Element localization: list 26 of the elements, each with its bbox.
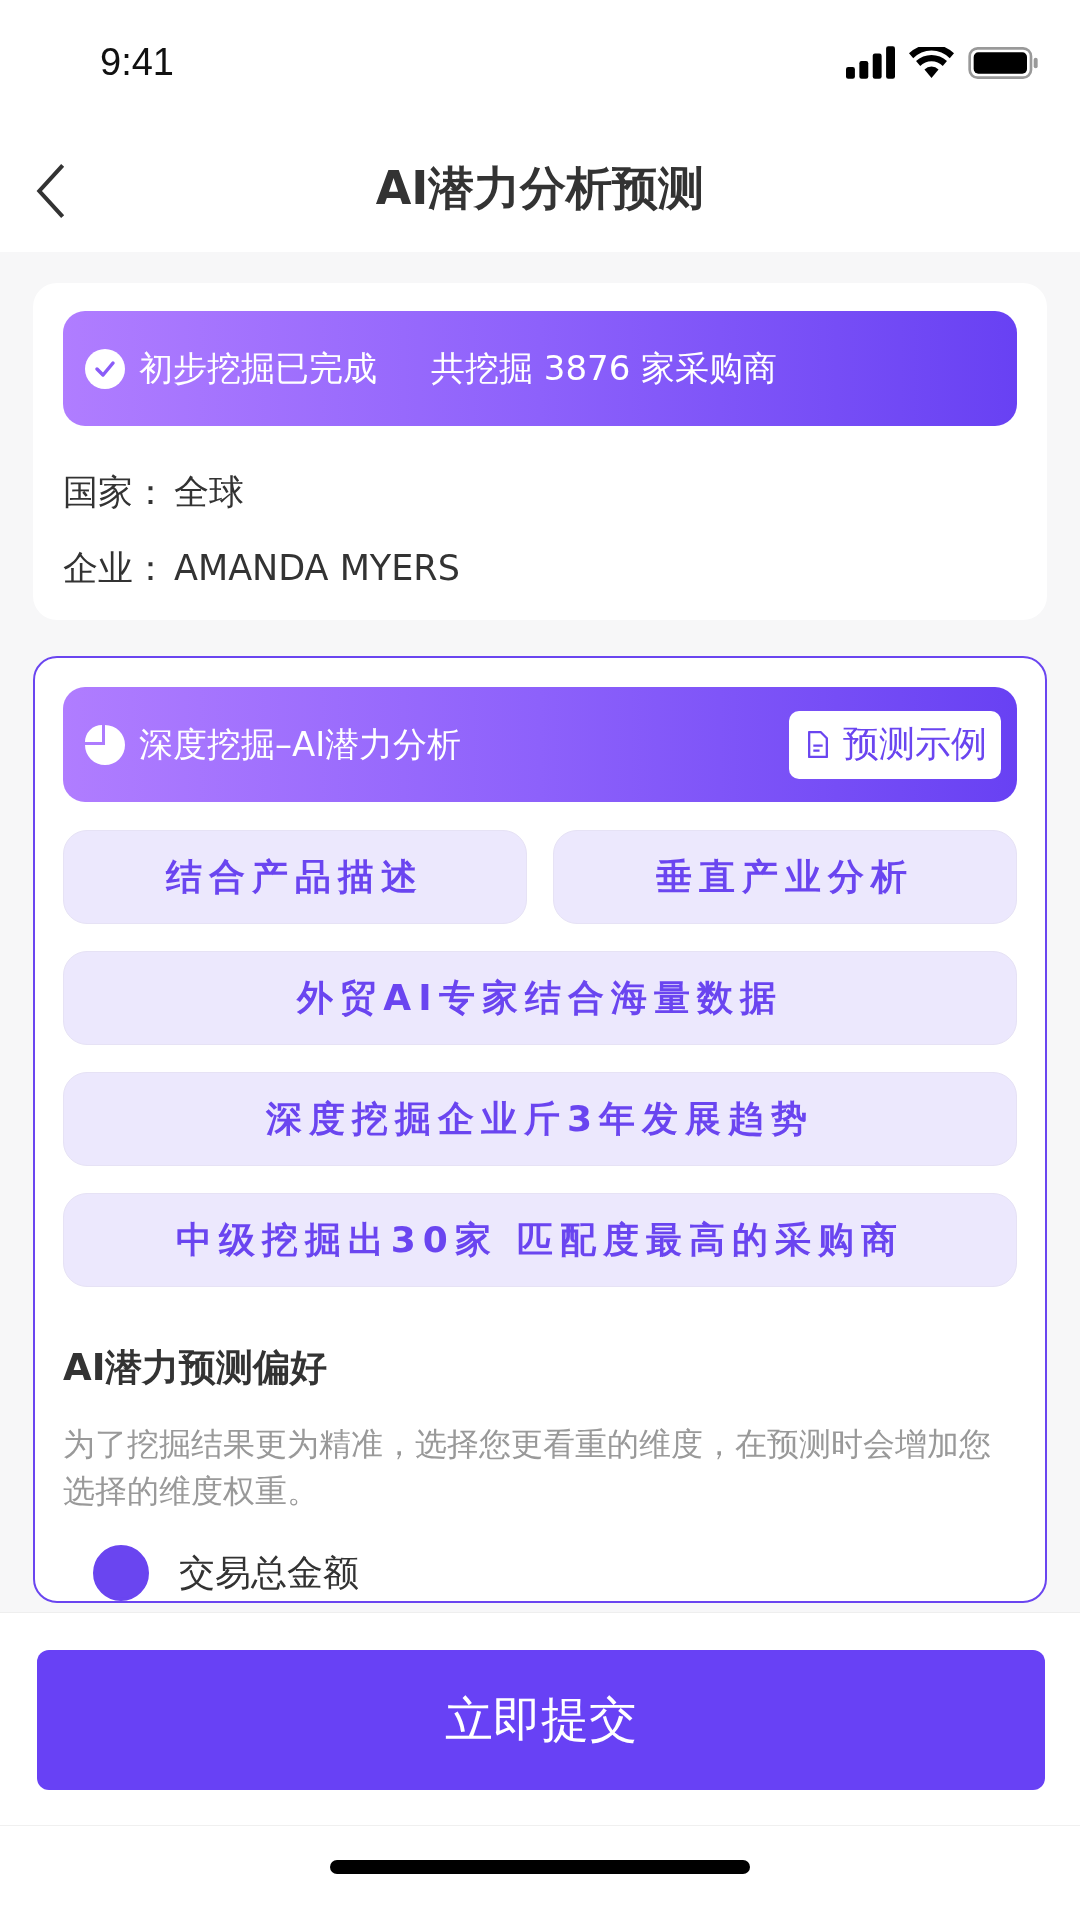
field-value: AMANDA MYERS	[174, 547, 460, 590]
section-description: 为了挖掘结果更为精准，选择您更看重的维度，在预测时会增加您选择的维度权重。	[63, 1424, 992, 1512]
feature-tag: 结合产品描述	[63, 830, 527, 924]
option-label[interactable]: 交易总金额	[179, 1548, 359, 1598]
radio-button[interactable]	[93, 1545, 149, 1601]
document-icon	[807, 731, 829, 758]
total-text: 共挖掘 3876 家采购商	[431, 346, 778, 390]
battery-icon	[968, 46, 1038, 79]
check-icon	[85, 348, 125, 389]
pie-chart-icon	[85, 724, 125, 765]
section-title: AI潜力预测偏好	[63, 1345, 329, 1391]
feature-tag: 深度挖掘企业斤3年发展趋势	[63, 1072, 1017, 1166]
status-text: 初步挖掘已完成	[139, 346, 377, 390]
analysis-title: 深度挖掘–AI潜力分析	[139, 722, 463, 766]
signal-icon	[846, 46, 895, 79]
field-label: 国家：	[63, 471, 168, 514]
submit-button[interactable]: 立即提交	[37, 1650, 1045, 1790]
feature-tag: 中级挖掘出30家 匹配度最高的采购商	[63, 1193, 1017, 1287]
status-time: 9:41	[100, 41, 174, 84]
feature-tag: 外贸AI专家结合海量数据	[63, 951, 1017, 1045]
field-value: 全球	[174, 471, 244, 514]
wifi-icon	[909, 47, 954, 78]
page-title: AI潜力分析预测	[375, 159, 705, 217]
field-label: 企业：	[63, 547, 168, 590]
feature-tag: 垂直产业分析	[553, 830, 1017, 924]
example-button[interactable]: 预测示例	[789, 710, 1001, 779]
